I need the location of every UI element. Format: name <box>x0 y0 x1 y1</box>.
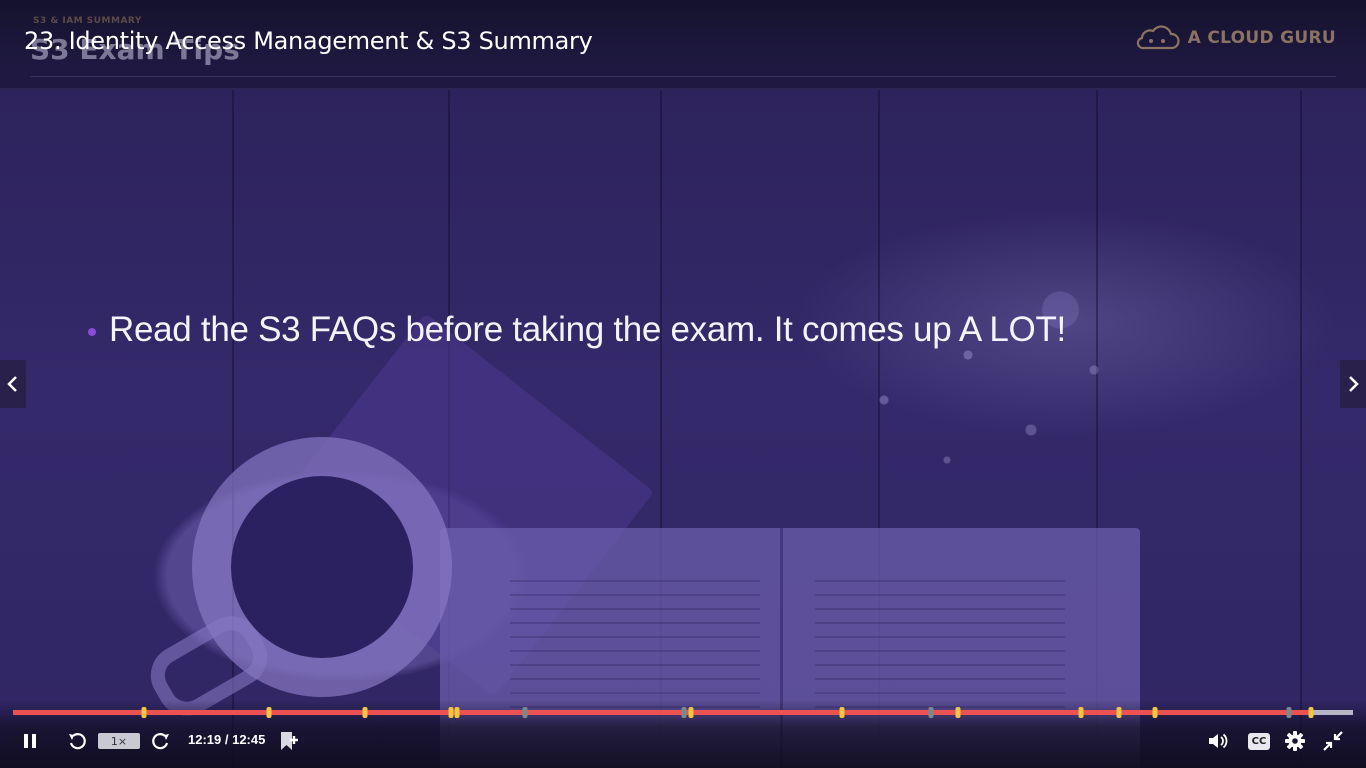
bookmark-marker[interactable] <box>928 707 934 718</box>
header-divider <box>30 76 1336 77</box>
settings-button[interactable] <box>1282 726 1308 756</box>
video-frame[interactable]: S3 & IAM SUMMARY S3 Exam Tips 23. Identi… <box>0 0 1366 768</box>
bookmark-marker[interactable] <box>522 707 528 718</box>
forward-5-icon <box>152 733 169 750</box>
bookmark-marker[interactable] <box>141 707 147 718</box>
bookmark-marker[interactable] <box>454 707 460 718</box>
progress-fill <box>13 710 1309 715</box>
bookmark-marker[interactable] <box>1078 707 1084 718</box>
progress-bar[interactable] <box>13 707 1353 718</box>
bookmark-marker[interactable] <box>362 707 368 718</box>
pause-button[interactable] <box>18 726 42 756</box>
next-lecture-button[interactable] <box>1340 360 1366 408</box>
bookmark-marker[interactable] <box>1116 707 1121 718</box>
volume-button[interactable] <box>1205 726 1231 756</box>
brand-name: A CLOUD GURU <box>1187 28 1336 48</box>
exit-fullscreen-icon <box>1323 731 1343 751</box>
cloud-logo-icon <box>1136 25 1180 50</box>
bookmark-marker[interactable] <box>448 707 454 718</box>
bullet-dot-icon <box>88 328 96 336</box>
rewind-5-icon <box>69 733 86 750</box>
exit-fullscreen-button[interactable] <box>1320 726 1346 756</box>
chevron-right-icon <box>1349 376 1359 392</box>
coffee-decoration <box>231 476 413 658</box>
bullet-text: Read the S3 FAQs before taking the exam.… <box>109 310 1066 349</box>
bookmark-marker[interactable] <box>688 707 694 718</box>
slide-header: S3 & IAM SUMMARY S3 Exam Tips 23. Identi… <box>0 0 1366 89</box>
time-display: 12:19 / 12:45 <box>188 732 266 747</box>
bookmark-marker[interactable] <box>681 707 687 718</box>
lecture-title: 23. Identity Access Management & S3 Summ… <box>24 27 593 55</box>
brand-logo: A CLOUD GURU <box>1134 24 1336 52</box>
bookmark-marker[interactable] <box>266 707 272 718</box>
forward-button[interactable] <box>148 726 174 756</box>
flowers-decoration <box>800 220 1220 520</box>
bookmark-marker[interactable] <box>1152 707 1158 718</box>
bookmark-marker[interactable] <box>955 707 961 718</box>
captions-icon: CC <box>1248 732 1270 750</box>
controls-row: 1× 12:19 / 12:45 CC <box>0 726 1366 756</box>
add-bookmark-icon <box>281 732 298 750</box>
bookmark-marker[interactable] <box>839 707 845 718</box>
pause-icon <box>24 734 36 748</box>
captions-button[interactable]: CC <box>1246 726 1272 756</box>
chevron-left-icon <box>7 376 17 392</box>
settings-icon <box>1285 731 1305 751</box>
add-bookmark-button[interactable] <box>276 726 302 756</box>
previous-lecture-button[interactable] <box>0 360 26 408</box>
bookmark-marker[interactable] <box>1308 707 1314 718</box>
slide-bullet: Read the S3 FAQs before taking the exam.… <box>88 310 1066 350</box>
rewind-button[interactable] <box>64 726 90 756</box>
book-text-left <box>510 580 760 710</box>
book-text-right <box>815 580 1065 710</box>
bookmark-marker[interactable] <box>1286 707 1292 718</box>
volume-icon <box>1209 733 1228 749</box>
playback-speed-button[interactable]: 1× <box>98 733 140 749</box>
slide-kicker: S3 & IAM SUMMARY <box>33 16 142 26</box>
